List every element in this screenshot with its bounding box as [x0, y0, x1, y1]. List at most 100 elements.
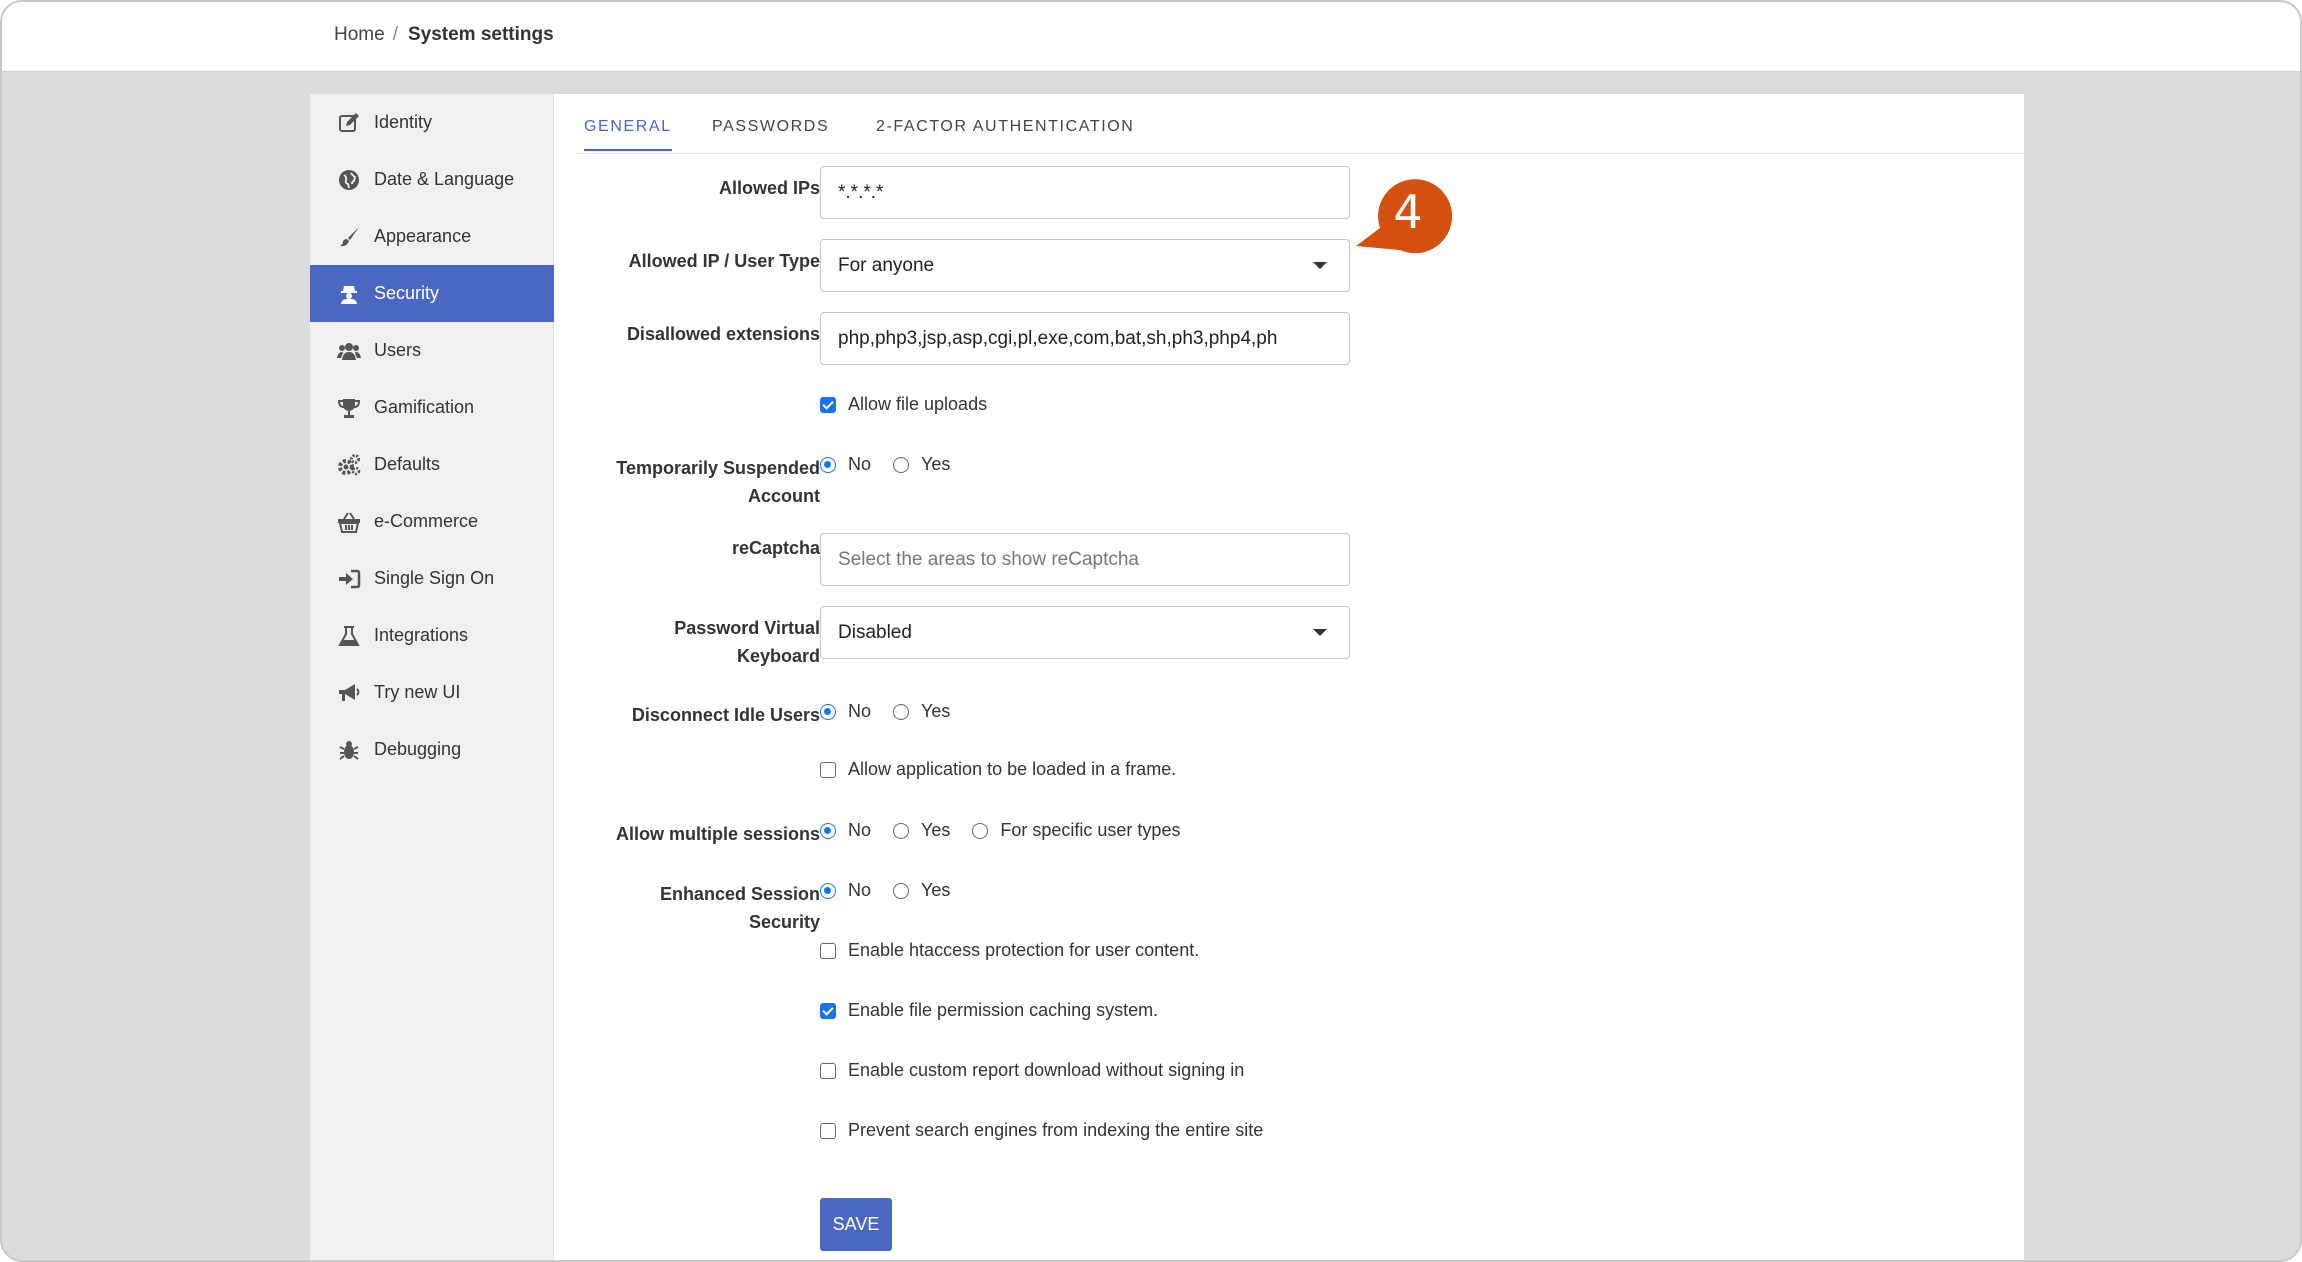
sidebar-item-label: Single Sign On [374, 568, 495, 588]
radio-label: Yes [921, 701, 951, 721]
enhanced-session-security-no-radio[interactable] [820, 882, 836, 899]
temporarily-suspended-yes-radio[interactable] [893, 456, 910, 473]
file-permission-caching-label: Enable file permission caching system. [848, 1000, 1159, 1020]
allowed-ips-input[interactable]: *.*.*.* [820, 166, 1350, 219]
disallowed-extensions-input[interactable]: php,php3,jsp,asp,cgi,pl,exe,com,bat,sh,p… [820, 312, 1350, 365]
save-button[interactable]: SAVE [820, 1198, 892, 1251]
radio-label: Yes [921, 454, 951, 474]
radio-label: No [848, 880, 872, 900]
allow-multiple-sessions-specific-radio[interactable] [972, 822, 989, 839]
allow-file-uploads-row[interactable]: Allow file uploads [820, 394, 987, 415]
allow-multiple-sessions-options: No Yes For specific user types [820, 820, 1202, 841]
gears-icon [336, 452, 362, 478]
htaccess-protection-row[interactable]: Enable htaccess protection for user cont… [820, 940, 1199, 961]
bullhorn-icon [336, 680, 362, 706]
password-virtual-keyboard-value: Disabled [838, 621, 912, 643]
sidebar-item-label: Integrations [374, 625, 469, 645]
tab-2-factor-authentication[interactable]: 2-FACTOR AUTHENTICATION [876, 118, 1134, 149]
settings-sidebar: Identity Date & Language Appearance Secu… [310, 94, 554, 1260]
allow-in-frame-checkbox[interactable] [820, 761, 836, 778]
prevent-search-indexing-checkbox[interactable] [820, 1122, 836, 1139]
sidebar-item-ecommerce[interactable]: e-Commerce [310, 493, 554, 550]
radio-label: No [848, 820, 872, 840]
radio-label: For specific user types [1000, 820, 1181, 840]
disallowed-extensions-label: Disallowed extensions [626, 324, 820, 344]
tab-general[interactable]: GENERAL [584, 118, 672, 151]
step-callout-number: 4 [1393, 185, 1423, 239]
caret-down-icon [1313, 262, 1327, 269]
settings-panel: Identity Date & Language Appearance Secu… [310, 94, 2024, 1260]
disconnect-idle-users-options: No Yes [820, 701, 972, 722]
globe-icon [336, 167, 362, 193]
temporarily-suspended-label-line2: Account [748, 486, 820, 506]
allow-in-frame-label: Allow application to be loaded in a fram… [848, 759, 1177, 779]
enhanced-session-security-label-line2: Security [748, 912, 820, 932]
sidebar-item-appearance[interactable]: Appearance [310, 208, 554, 265]
allowed-ip-user-type-label: Allowed IP / User Type [628, 251, 820, 271]
sidebar-item-label: e-Commerce [374, 511, 479, 531]
sidebar-item-integrations[interactable]: Integrations [310, 607, 554, 664]
trophy-icon [336, 395, 362, 421]
radio-label: No [848, 454, 872, 474]
allow-file-uploads-checkbox[interactable] [820, 396, 836, 413]
allow-in-frame-row[interactable]: Allow application to be loaded in a fram… [820, 759, 1176, 780]
radio-label: No [848, 701, 872, 721]
sidebar-item-security[interactable]: Security [310, 265, 554, 322]
htaccess-protection-label: Enable htaccess protection for user cont… [848, 940, 1200, 960]
password-virtual-keyboard-select[interactable]: Disabled [820, 606, 1350, 659]
edit-icon [336, 110, 362, 136]
window-frame: Home / System settings Identity Date & L… [0, 0, 2302, 1262]
top-bar: Home / System settings [2, 2, 2300, 72]
sidebar-item-label: Users [374, 340, 422, 360]
allow-multiple-sessions-yes-radio[interactable] [893, 822, 910, 839]
bug-icon [336, 737, 362, 763]
temporarily-suspended-label-line1: Temporarily Suspended [616, 458, 820, 478]
password-virtual-keyboard-label-line2: Keyboard [736, 646, 820, 666]
sidebar-item-label: Debugging [374, 739, 462, 759]
enhanced-session-security-label-line1: Enhanced Session [659, 884, 820, 904]
allowed-ips-label: Allowed IPs [718, 178, 820, 198]
flask-icon [336, 623, 362, 649]
enhanced-session-security-yes-radio[interactable] [893, 882, 910, 899]
brush-icon [336, 224, 362, 250]
sidebar-item-gamification[interactable]: Gamification [310, 379, 554, 436]
custom-report-download-label: Enable custom report download without si… [848, 1060, 1245, 1080]
recaptcha-input[interactable]: Select the areas to show reCaptcha [820, 533, 1350, 586]
file-permission-caching-row[interactable]: Enable file permission caching system. [820, 1000, 1158, 1021]
sidebar-item-date-language[interactable]: Date & Language [310, 151, 554, 208]
allow-multiple-sessions-label: Allow multiple sessions [615, 824, 820, 844]
sidebar-item-label: Date & Language [374, 169, 515, 189]
disconnect-idle-users-no-radio[interactable] [820, 703, 836, 720]
sidebar-item-debugging[interactable]: Debugging [310, 721, 554, 778]
sidebar-item-identity[interactable]: Identity [310, 94, 554, 151]
radio-label: Yes [921, 820, 951, 840]
sidebar-item-label: Security [374, 283, 440, 303]
disconnect-idle-users-label: Disconnect Idle Users [631, 705, 820, 725]
prevent-search-indexing-label: Prevent search engines from indexing the… [848, 1120, 1264, 1140]
temporarily-suspended-no-radio[interactable] [820, 456, 836, 473]
users-icon [336, 338, 362, 364]
allowed-ip-user-type-select[interactable]: For anyone [820, 239, 1350, 292]
allowed-ip-user-type-value: For anyone [838, 254, 935, 276]
sidebar-item-label: Defaults [374, 454, 441, 474]
breadcrumb-home-link[interactable]: Home [334, 24, 385, 46]
sidebar-item-single-sign-on[interactable]: Single Sign On [310, 550, 554, 607]
prevent-search-indexing-row[interactable]: Prevent search engines from indexing the… [820, 1120, 1263, 1141]
custom-report-download-row[interactable]: Enable custom report download without si… [820, 1060, 1244, 1081]
htaccess-protection-checkbox[interactable] [820, 942, 836, 959]
allow-multiple-sessions-no-radio[interactable] [820, 822, 836, 839]
caret-down-icon [1313, 629, 1327, 636]
breadcrumb: Home / System settings [334, 24, 554, 46]
sidebar-item-users[interactable]: Users [310, 322, 554, 379]
sidebar-item-try-new-ui[interactable]: Try new UI [310, 664, 554, 721]
breadcrumb-current: System settings [407, 24, 554, 45]
disconnect-idle-users-yes-radio[interactable] [893, 703, 910, 720]
file-permission-caching-checkbox[interactable] [820, 1002, 836, 1019]
sidebar-item-defaults[interactable]: Defaults [310, 436, 554, 493]
tab-passwords[interactable]: PASSWORDS [712, 118, 829, 149]
sign-in-icon [336, 566, 362, 592]
password-virtual-keyboard-label-line1: Password Virtual [674, 618, 820, 638]
allow-file-uploads-label: Allow file uploads [848, 394, 988, 414]
tab-bar: GENERAL PASSWORDS 2-FACTOR AUTHENTICATIO… [576, 94, 2024, 154]
custom-report-download-checkbox[interactable] [820, 1062, 836, 1079]
